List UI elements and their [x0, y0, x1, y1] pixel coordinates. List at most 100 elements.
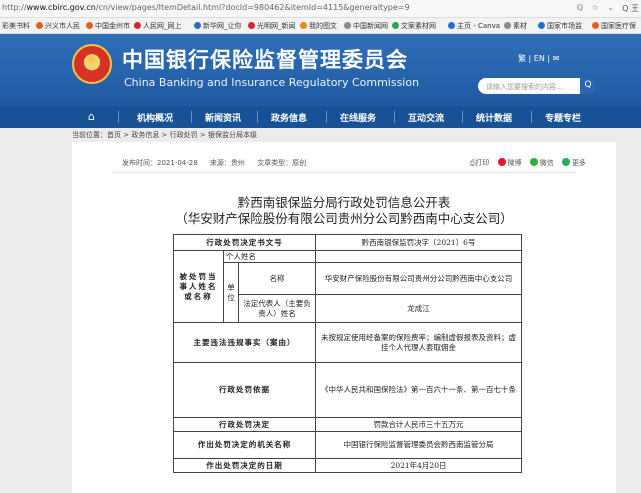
bookmark-label: 彩美书料 [2, 22, 30, 30]
url-text[interactable]: http://www.cbirc.gov.cn/cn/view/pages/It… [2, 3, 410, 12]
main-nav: ⌂ 机构概况 新闻资讯 政务信息 在线服务 互动交流 统计数据 专题专栏 [0, 106, 641, 128]
bookmark-favicon-icon [344, 22, 351, 29]
bookmark-favicon-icon [194, 22, 201, 29]
penalty-info-table: 行政处罚决定书文号 黔西南银保监罚决字〔2021〕6号 被处罚当事人姓名或名称 … [172, 234, 523, 473]
share-bar: ⎙打印 微博 微信 更多 [470, 158, 586, 168]
nav-separator [191, 111, 192, 123]
bookmark-item[interactable]: 国家医疗保 [592, 21, 636, 31]
bookmark-item[interactable]: 人民网_网上 [134, 21, 182, 31]
bookmark-favicon-icon [86, 22, 93, 29]
bookmarks-bar: 彩美书料 兴义市人民 中国金州市 人民网_网上 新华网_让你 光明网_新闻 我的图文 中国新闻… [0, 18, 641, 34]
bookmark-item[interactable]: 中国金州市 [86, 21, 130, 31]
wechat-share-label[interactable]: 微信 [540, 159, 554, 167]
site-search-input[interactable]: 请输入您要搜索的内容... [478, 78, 580, 94]
bookmark-item[interactable]: 素材 [504, 21, 527, 31]
bookmark-label: 中国新闻网 [353, 22, 388, 30]
date-value: 2021年4月20日 [315, 458, 523, 473]
bookmark-label: 国家市场监 [547, 22, 582, 30]
bookmark-item[interactable]: 兴义市人民 [36, 21, 80, 31]
national-emblem-icon [72, 44, 112, 84]
bookmark-item[interactable]: 光明网_新闻 [248, 21, 296, 31]
nav-item[interactable]: 专题专栏 [545, 111, 581, 124]
nav-separator [531, 111, 532, 123]
weibo-icon[interactable] [497, 158, 506, 166]
more-icon[interactable] [562, 158, 570, 166]
nav-item[interactable]: 在线服务 [340, 111, 376, 124]
unit-label: 单位 [223, 262, 239, 323]
bookmark-favicon-icon [448, 22, 455, 29]
nav-separator [462, 111, 463, 123]
individual-name-value [315, 250, 523, 263]
bookmark-item[interactable]: 彩美书料 [2, 21, 30, 31]
table-row: 主要违法违规事实（案由） 未按规定使用经备案的保险费率；编制虚假报表及资料；虚挂… [172, 322, 523, 363]
bookmark-favicon-icon [300, 22, 307, 29]
legal-rep-value: 龙成江 [315, 294, 523, 323]
bookmark-label: 文案素材网 [401, 22, 436, 30]
bookmark-label: 我的图文 [309, 22, 337, 30]
nav-item[interactable]: 政务信息 [271, 111, 307, 124]
bookmark-favicon-icon [538, 22, 545, 29]
bookmark-label: 人民网_网上 [143, 22, 182, 30]
authority-label: 作出处罚决定的机关名称 [172, 431, 317, 459]
bookmark-label: 国家医疗保 [601, 22, 636, 30]
nav-separator [257, 111, 258, 123]
bookmark-favicon-icon [134, 22, 141, 29]
site-search-button[interactable]: Q [580, 78, 596, 94]
bookmark-label: 中国金州市 [95, 22, 130, 30]
violation-label: 主要违法违规事实（案由） [172, 322, 317, 363]
bookmark-label: 光明网_新闻 [257, 22, 296, 30]
basis-value: 《中华人民共和国保险法》第一百六十一条、第一百七十条 [315, 362, 523, 418]
bookmark-item[interactable]: 国家市场监 [538, 21, 582, 31]
publish-time: 发布时间：2021-04-28 [122, 159, 198, 167]
bookmark-label: 主页 - Canva [457, 22, 501, 30]
nav-item[interactable]: 机构概况 [137, 111, 173, 124]
bookmark-item[interactable]: 主页 - Canva [448, 21, 500, 31]
unit-name-value: 华安财产保险股份有限公司贵州分公司黔西南中心支公司 [315, 262, 523, 295]
table-row: 行政处罚决定书文号 黔西南银保监罚决字〔2021〕6号 [172, 234, 523, 251]
print-button[interactable]: ⎙打印 [470, 159, 490, 167]
breadcrumb: 当前位置：首页 > 政务信息 > 行政处罚 > 银保监分局本级 [72, 131, 257, 139]
home-icon[interactable]: ⌂ [88, 110, 95, 123]
browser-search-icon[interactable]: Q 王 [622, 3, 639, 14]
site-title-cn: 中国银行保险监督管理委员会 [122, 48, 408, 72]
doc-number-value: 黔西南银保监罚决字〔2021〕6号 [315, 234, 523, 251]
article-subtitle: （华安财产保险股份有限公司贵州分公司黔西南中心支公司） [175, 211, 513, 226]
individual-name-label: 个人姓名 [222, 250, 317, 263]
doc-number-label: 行政处罚决定书文号 [172, 234, 317, 251]
decision-value: 罚款合计人民币三十五万元 [315, 417, 523, 432]
bookmark-favicon-icon [504, 22, 511, 29]
bookmark-item[interactable]: 新华网_让你 [194, 21, 242, 31]
nav-item[interactable]: 互动交流 [408, 111, 444, 124]
browser-tool-icons[interactable]: ℚ ☆ ⌄ [577, 3, 617, 12]
decision-label: 行政处罚决定 [172, 417, 317, 432]
table-row: 行政处罚依据 《中华人民共和国保险法》第一百六十一条、第一百七十条 [172, 362, 523, 418]
bookmark-label: 兴义市人民 [45, 22, 80, 30]
nav-item[interactable]: 统计数据 [476, 111, 512, 124]
unit-name-label: 名称 [237, 262, 317, 295]
site-header: 中国银行保险监督管理委员会 China Banking and Insuranc… [0, 34, 641, 106]
bookmark-item[interactable]: 文案素材网 [392, 21, 436, 31]
table-row: 单位 名称 华安财产保险股份有限公司贵州分公司黔西南中心支公司 [174, 262, 523, 323]
authority-value: 中国银行保险监督管理委员会黔西南监管分局 [315, 431, 523, 459]
bookmark-item[interactable]: 中国新闻网 [344, 21, 388, 31]
wechat-icon[interactable] [529, 158, 538, 166]
meta-divider [112, 172, 576, 173]
bookmark-label: 新华网_让你 [203, 22, 242, 30]
content-panel: 发布时间：2021-04-28 来源：贵州 文章类型：原创 ⎙打印 微博 微信 … [72, 142, 616, 493]
bookmark-label: 素材 [513, 22, 527, 30]
bookmark-item[interactable]: 我的图文 [300, 21, 337, 31]
basis-label: 行政处罚依据 [172, 362, 317, 418]
language-links[interactable]: 繁 | EN | ✉ [518, 53, 559, 64]
more-share-label[interactable]: 更多 [572, 159, 586, 167]
article-source: 来源：贵州 [209, 159, 245, 167]
article-type: 文章类型：原创 [257, 159, 307, 167]
bookmark-favicon-icon [592, 22, 599, 29]
article-meta: 发布时间：2021-04-28 来源：贵州 文章类型：原创 [122, 158, 316, 168]
date-label: 作出处罚决定的日期 [172, 458, 317, 473]
weibo-share-label[interactable]: 微博 [508, 159, 522, 167]
address-bar[interactable]: http://www.cbirc.gov.cn/cn/view/pages/It… [0, 0, 641, 18]
table-row: 行政处罚决定 罚款合计人民币三十五万元 [172, 417, 523, 432]
table-row: 被处罚当事人姓名或名称 个人姓名 [173, 250, 523, 323]
bookmark-favicon-icon [248, 22, 255, 29]
nav-item[interactable]: 新闻资讯 [205, 111, 241, 124]
